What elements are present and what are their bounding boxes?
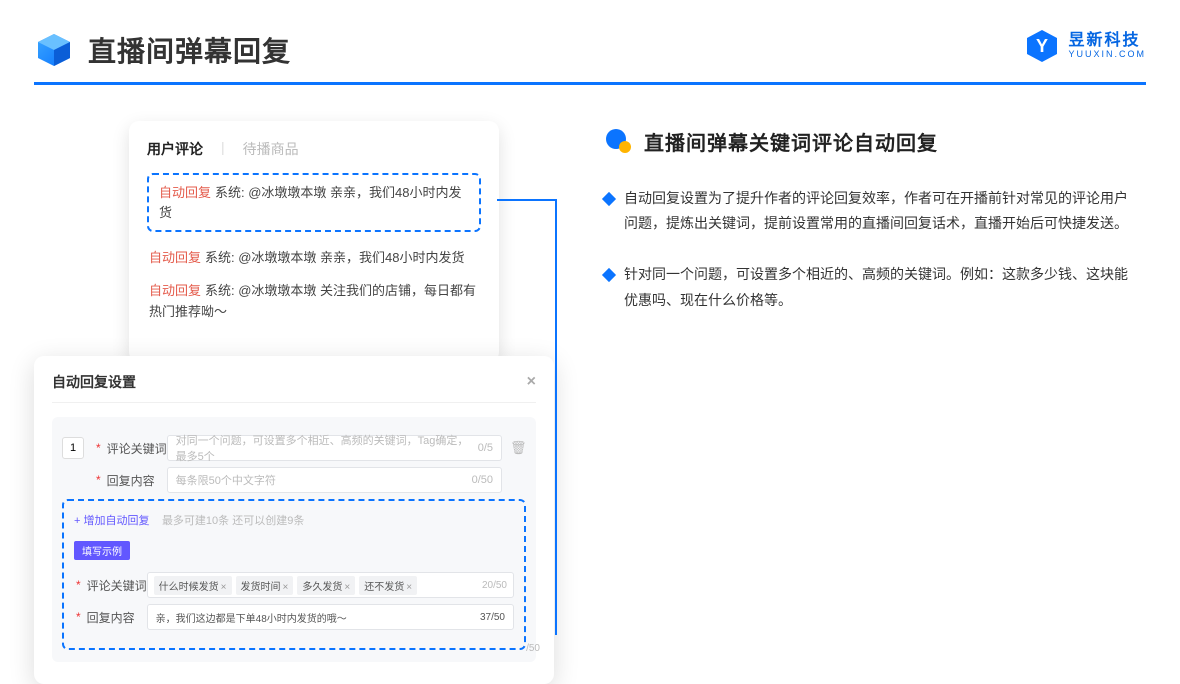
outer-count: /50 xyxy=(526,643,540,654)
settings-panel: 自动回复设置 × 1 * 评论关键词 对同一个问题，可设置多个相近、高频的关键词… xyxy=(34,356,554,684)
brand-name-en: YUUXIN.COM xyxy=(1068,50,1146,60)
ex-content-value: 亲，我们这边都是下单48小时内发货的哦～ xyxy=(156,610,347,625)
tag-chip[interactable]: 发货时间 xyxy=(236,576,294,595)
cube-icon xyxy=(34,30,74,70)
ex-content-input[interactable]: 亲，我们这边都是下单48小时内发货的哦～ 37/50 xyxy=(147,604,514,630)
bullet-item: 针对同一个问题，可设置多个相近的、高频的关键词。例如：这款多少钱、这块能优惠吗、… xyxy=(604,262,1146,312)
comments-panel: 用户评论 | 待播商品 自动回复系统: @冰墩墩本墩 亲亲，我们48小时内发货 … xyxy=(129,121,499,362)
ex-content-label: 回复内容 xyxy=(87,609,147,626)
bullet-item: 自动回复设置为了提升作者的评论回复效率，作者可在开播前针对常见的评论用户问题，提… xyxy=(604,186,1146,236)
tab-separator: | xyxy=(221,139,225,159)
add-auto-reply-link[interactable]: + 增加自动回复 xyxy=(74,515,149,527)
required-mark: * xyxy=(76,610,81,624)
required-mark: * xyxy=(76,578,81,592)
chat-bubble-icon xyxy=(604,128,632,156)
brand-hex-icon: Y xyxy=(1024,28,1060,64)
rule-index: 1 xyxy=(62,437,84,459)
keyword-label: 评论关键词 xyxy=(107,440,167,457)
brand-logo: Y 昱新科技 YUUXIN.COM xyxy=(1024,28,1146,64)
required-mark: * xyxy=(96,441,101,455)
auto-reply-tag: 自动回复 xyxy=(159,185,211,200)
keyword-placeholder: 对同一个问题，可设置多个相近、高频的关键词，Tag确定，最多5个 xyxy=(176,432,478,464)
highlighted-comment: 自动回复系统: @冰墩墩本墩 亲亲，我们48小时内发货 xyxy=(147,173,481,232)
diamond-icon xyxy=(602,192,616,206)
tag-chip[interactable]: 多久发货 xyxy=(297,576,355,595)
page-title: 直播间弹幕回复 xyxy=(88,30,291,70)
comment-text: 系统: @冰墩墩本墩 亲亲，我们48小时内发货 xyxy=(205,250,465,265)
bullet-text: 针对同一个问题，可设置多个相近的、高频的关键词。例如：这款多少钱、这块能优惠吗、… xyxy=(624,262,1136,312)
connector-line xyxy=(497,199,557,635)
content-label: 回复内容 xyxy=(107,472,167,489)
content-placeholder: 每条限50个中文字符 xyxy=(176,472,276,488)
tag-chip[interactable]: 还不发货 xyxy=(359,576,417,595)
required-mark: * xyxy=(96,473,101,487)
comment-row: 自动回复系统: @冰墩墩本墩 关注我们的店铺，每日都有热门推荐呦～ xyxy=(147,275,481,329)
settings-title: 自动回复设置 xyxy=(52,372,136,392)
bullet-text: 自动回复设置为了提升作者的评论回复效率，作者可在开播前针对常见的评论用户问题，提… xyxy=(624,186,1136,236)
tag-chip[interactable]: 什么时候发货 xyxy=(154,576,232,595)
auto-reply-tag: 自动回复 xyxy=(149,250,201,265)
tab-user-comments[interactable]: 用户评论 xyxy=(147,139,203,159)
svg-text:Y: Y xyxy=(1036,36,1048,56)
keyword-input[interactable]: 对同一个问题，可设置多个相近、高频的关键词，Tag确定，最多5个 0/5 xyxy=(167,435,502,461)
auto-reply-tag: 自动回复 xyxy=(149,283,201,298)
brand-name-cn: 昱新科技 xyxy=(1068,32,1146,50)
add-hint: 最多可建10条 还可以创建9条 xyxy=(162,515,304,527)
keyword-count: 0/5 xyxy=(478,442,493,454)
tab-pending-products[interactable]: 待播商品 xyxy=(243,139,299,159)
example-box: + 增加自动回复 最多可建10条 还可以创建9条 填写示例 * 评论关键词 什么… xyxy=(62,499,526,650)
ex-keyword-label: 评论关键词 xyxy=(87,577,147,594)
ex-keyword-tags[interactable]: 什么时候发货 发货时间 多久发货 还不发货 20/50 xyxy=(147,572,514,598)
section-title: 直播间弹幕关键词评论自动回复 xyxy=(644,127,938,156)
example-badge: 填写示例 xyxy=(74,541,130,560)
comment-row: 自动回复系统: @冰墩墩本墩 亲亲，我们48小时内发货 xyxy=(147,242,481,275)
content-input[interactable]: 每条限50个中文字符 0/50 xyxy=(167,467,502,493)
diamond-icon xyxy=(602,268,616,282)
content-count: 0/50 xyxy=(472,474,493,486)
